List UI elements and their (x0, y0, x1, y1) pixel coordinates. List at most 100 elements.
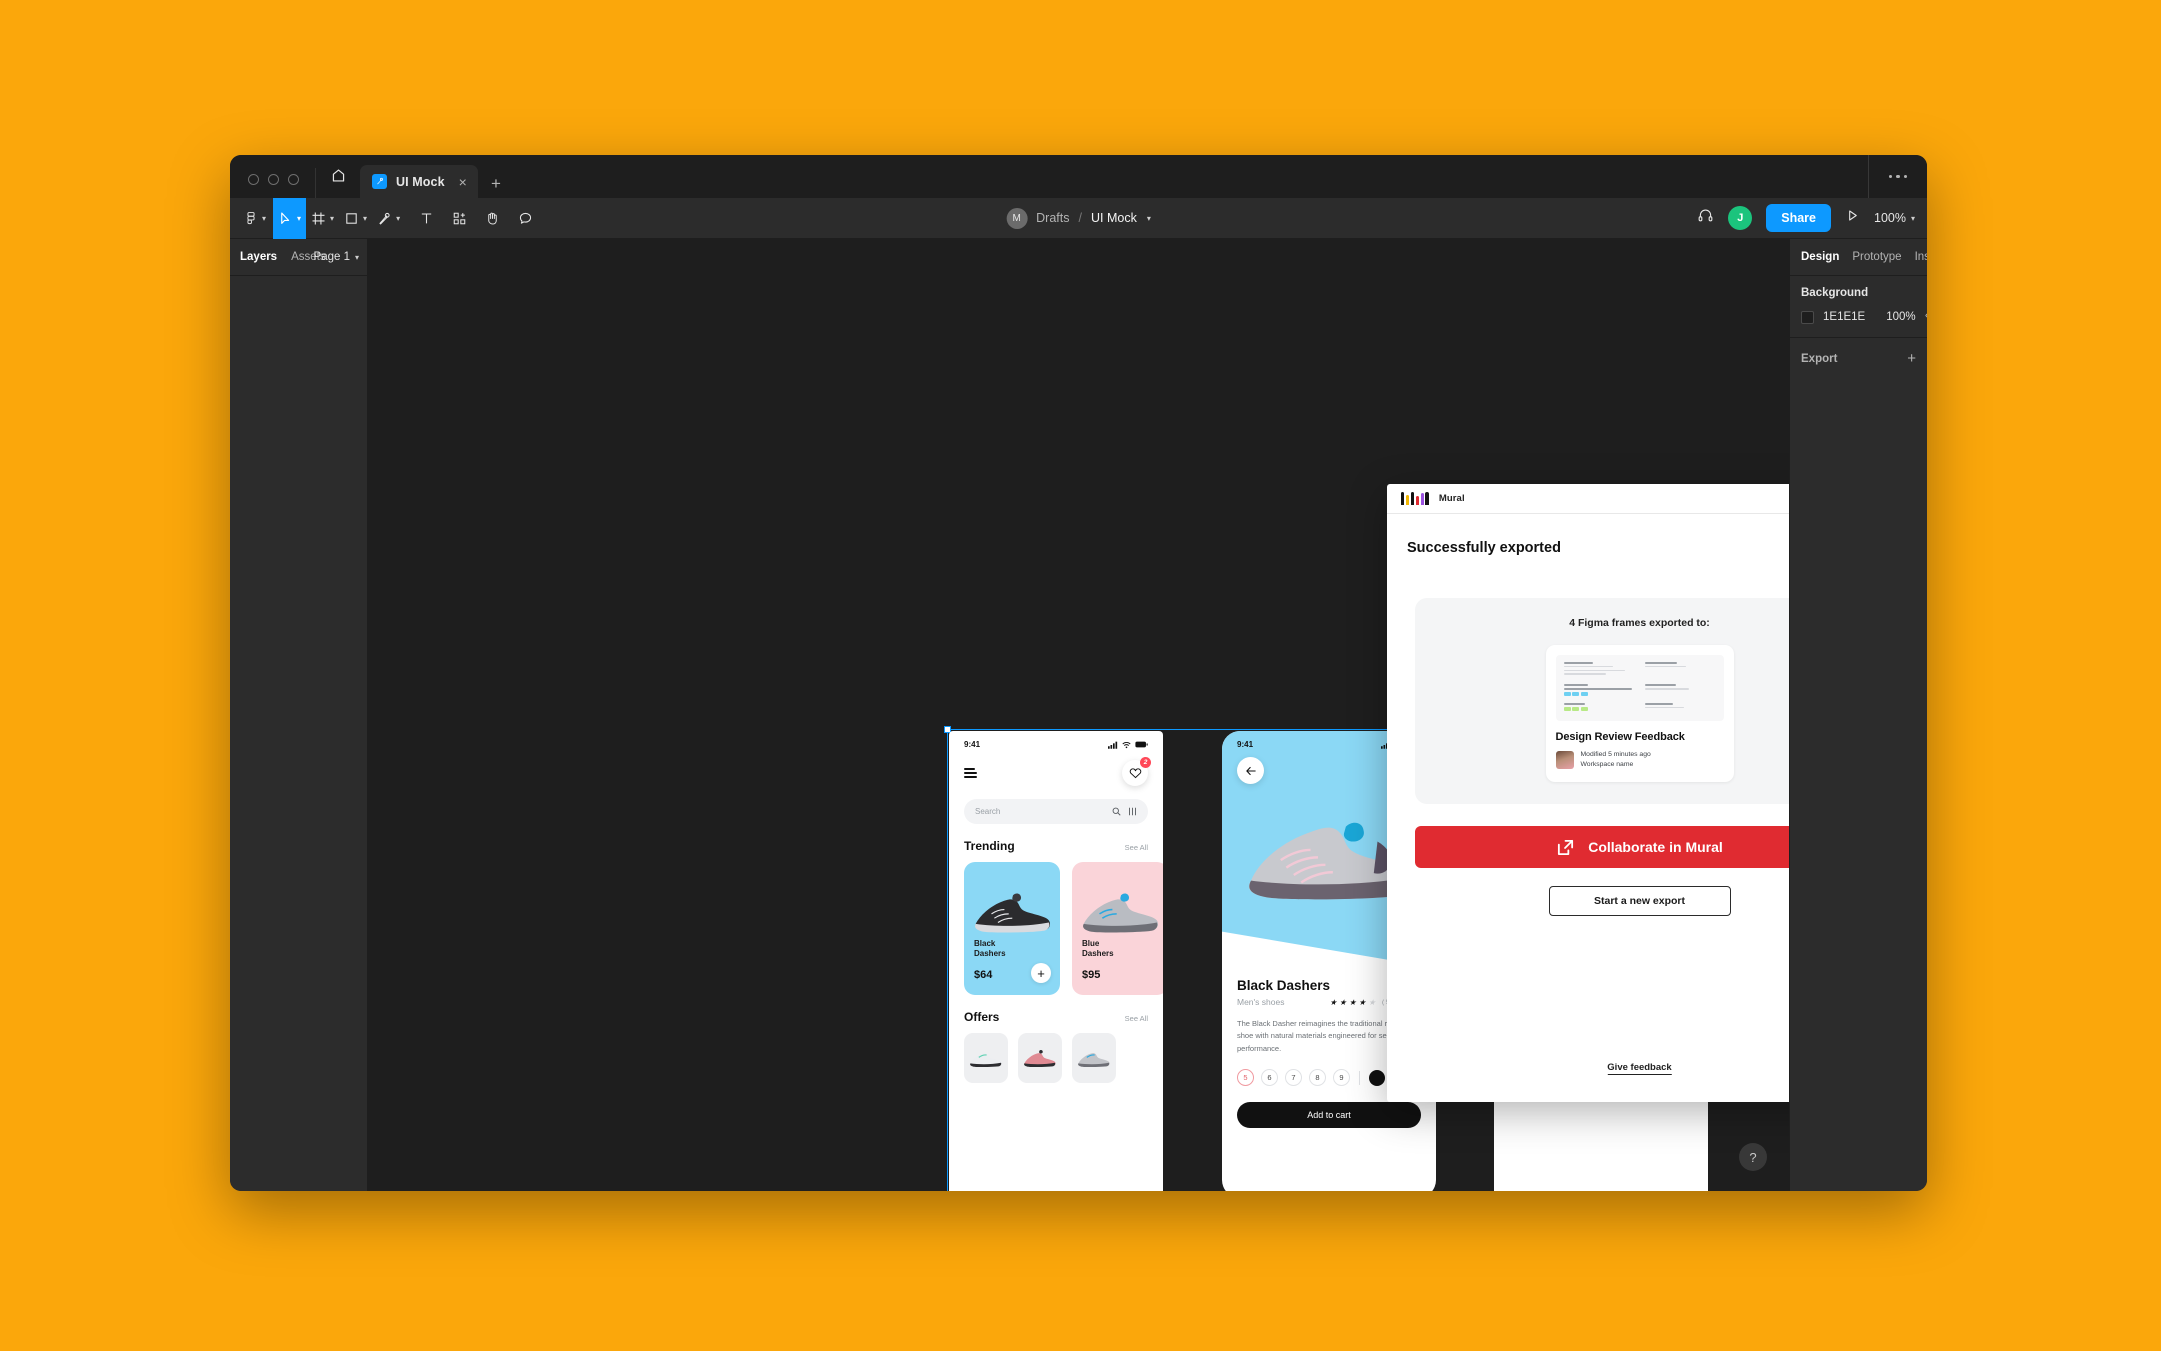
tab-layers[interactable]: Layers (240, 251, 277, 263)
star-icon: ★ (1368, 998, 1375, 1007)
chevron-down-icon: ▾ (330, 214, 334, 223)
page-selector[interactable]: Page 1 ▾ (314, 251, 359, 263)
right-panel-tabs: Design Prototype Inspect (1790, 239, 1927, 276)
board-meta: Modified 5 minutes ago Workspace name (1556, 750, 1724, 770)
help-button[interactable]: ? (1739, 1143, 1767, 1171)
shoe-image (970, 880, 1056, 942)
trending-see-all[interactable]: See All (1125, 843, 1148, 852)
team-avatar: M (1006, 208, 1027, 229)
favorites-button[interactable]: 2 (1122, 760, 1148, 786)
tab-prototype[interactable]: Prototype (1852, 251, 1901, 263)
headset-icon[interactable] (1697, 207, 1714, 229)
maximize-window-button[interactable] (288, 174, 299, 185)
search-input[interactable]: Search (964, 799, 1148, 824)
titlebar-right (1868, 155, 1927, 198)
background-opacity-value[interactable]: 100% (1886, 311, 1915, 323)
hamburger-icon[interactable] (964, 768, 977, 778)
hand-tool-button[interactable] (476, 198, 509, 239)
product-name: Blue Dashers (1082, 939, 1114, 959)
move-tool-button[interactable]: ▾ (273, 198, 306, 239)
size-option[interactable]: 8 (1309, 1069, 1326, 1086)
mural-board-card[interactable]: Design Review Feedback Modified 5 minute… (1546, 645, 1734, 782)
tab-design[interactable]: Design (1801, 251, 1839, 263)
offers-title: Offers (964, 1010, 999, 1024)
figma-file-icon (372, 174, 387, 189)
pen-tool-button[interactable]: ▾ (372, 198, 405, 239)
heart-icon (1129, 767, 1142, 779)
tab-inspect[interactable]: Inspect (1915, 251, 1927, 263)
external-link-icon (1556, 838, 1575, 857)
star-icon: ★ (1349, 998, 1356, 1007)
dialog-title-row: Successfully exported Log out (1387, 514, 1789, 556)
status-time: 9:41 (964, 740, 980, 749)
workarea: Layers Assets Page 1 ▾ 1194 × 538 (230, 239, 1927, 1191)
breadcrumb-file[interactable]: UI Mock (1091, 211, 1137, 225)
hand-icon (485, 211, 500, 226)
more-options-icon[interactable] (1869, 155, 1927, 198)
size-option[interactable]: 7 (1285, 1069, 1302, 1086)
zoom-control[interactable]: 100% ▾ (1874, 211, 1915, 225)
collaborate-in-mural-button[interactable]: Collaborate in Mural (1415, 826, 1789, 868)
add-to-cart-button[interactable]: Add to cart (1237, 1102, 1421, 1128)
background-color-swatch[interactable] (1801, 311, 1814, 324)
size-option[interactable]: 9 (1333, 1069, 1350, 1086)
offers-see-all[interactable]: See All (1125, 1014, 1148, 1023)
background-row: 1E1E1E 100% (1801, 310, 1916, 324)
offer-card[interactable] (1018, 1033, 1062, 1083)
figma-toolbar: ▾ ▾ ▾ ▾ (230, 198, 1927, 239)
product-card[interactable]: Black Dashers $64 + (964, 862, 1060, 995)
shoe-image (1078, 880, 1163, 942)
export-section: Export + (1790, 338, 1927, 379)
trending-cards: Black Dashers $64 + (964, 862, 1148, 995)
home-button[interactable] (316, 155, 360, 198)
canvas[interactable]: 1194 × 538 9:41 (368, 239, 1789, 1191)
close-window-button[interactable] (248, 174, 259, 185)
chevron-down-icon: ▾ (262, 214, 266, 223)
close-tab-button[interactable]: × (459, 175, 467, 189)
frame-home[interactable]: 9:41 (949, 731, 1163, 1191)
product-name: Black Dashers (974, 939, 1006, 959)
frame-tool-button[interactable]: ▾ (306, 198, 339, 239)
window-titlebar: UI Mock × + (230, 155, 1927, 198)
shoe-image (1076, 1046, 1112, 1070)
user-avatar[interactable]: J (1728, 206, 1752, 230)
filter-icon[interactable] (1128, 807, 1137, 816)
start-new-export-button[interactable]: Start a new export (1549, 886, 1731, 916)
shape-tool-button[interactable]: ▾ (339, 198, 372, 239)
favorites-badge: 2 (1140, 757, 1151, 768)
comment-tool-button[interactable] (509, 198, 542, 239)
window-controls[interactable] (230, 174, 315, 198)
product-card[interactable]: Blue Dashers $95 (1072, 862, 1163, 995)
search-icon[interactable] (1112, 807, 1121, 816)
background-section: Background 1E1E1E 100% (1790, 276, 1927, 338)
give-feedback-link[interactable]: Give feedback (1607, 1062, 1671, 1075)
size-option[interactable]: 5 (1237, 1069, 1254, 1086)
chevron-down-icon[interactable]: ▾ (1147, 214, 1151, 223)
background-color-value[interactable]: 1E1E1E (1823, 311, 1865, 323)
file-tab-ui-mock[interactable]: UI Mock × (360, 165, 478, 198)
text-tool-button[interactable] (410, 198, 443, 239)
share-button[interactable]: Share (1766, 204, 1831, 232)
eye-icon[interactable] (1925, 310, 1927, 324)
offer-card[interactable] (964, 1033, 1008, 1083)
minimize-window-button[interactable] (268, 174, 279, 185)
color-option-black[interactable] (1369, 1070, 1385, 1086)
shoe-image (968, 1046, 1004, 1070)
new-tab-button[interactable]: + (478, 175, 514, 198)
board-thumbnail (1556, 655, 1724, 721)
wifi-icon (1122, 741, 1131, 749)
components-tool-button[interactable] (443, 198, 476, 239)
offer-card[interactable] (1072, 1033, 1116, 1083)
board-modified: Modified 5 minutes ago (1581, 750, 1651, 760)
present-button[interactable] (1845, 208, 1860, 228)
breadcrumb: M Drafts / UI Mock ▾ (1006, 208, 1151, 229)
size-option[interactable]: 6 (1261, 1069, 1278, 1086)
dialog-heading: Successfully exported (1407, 540, 1561, 556)
breadcrumb-team[interactable]: Drafts (1036, 211, 1069, 225)
shoe-image (1022, 1046, 1058, 1070)
offers-list (964, 1033, 1148, 1083)
main-menu-button[interactable]: ▾ (230, 198, 273, 239)
add-to-cart-button[interactable]: + (1031, 963, 1051, 983)
back-button[interactable] (1237, 757, 1264, 784)
add-export-button[interactable]: + (1907, 351, 1916, 366)
